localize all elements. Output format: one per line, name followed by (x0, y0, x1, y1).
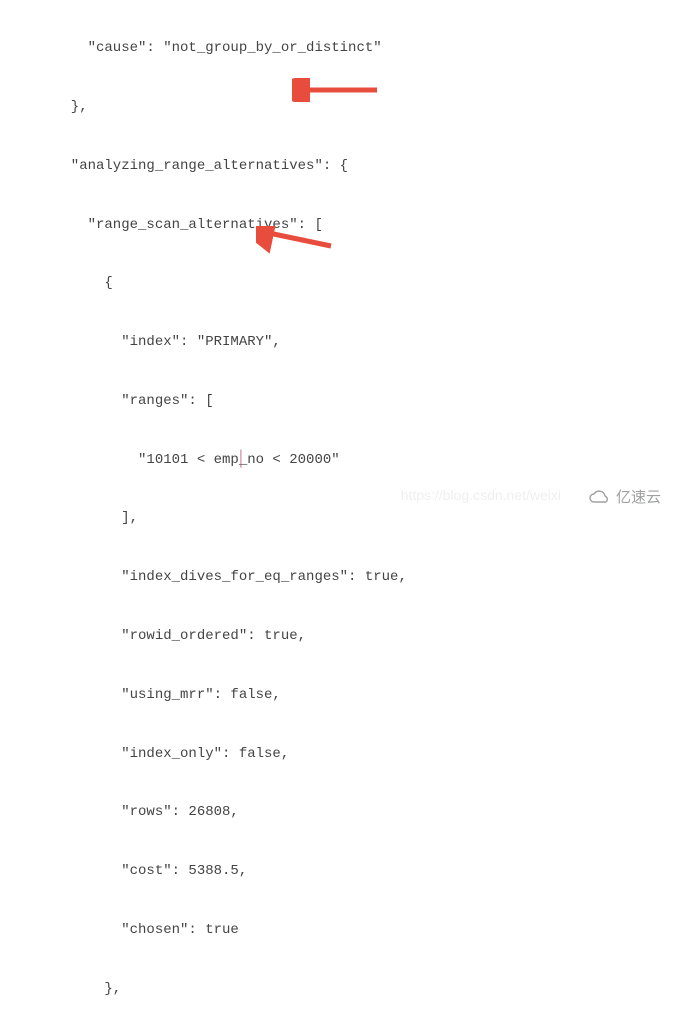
code-line: "analyzing_range_alternatives": { (54, 157, 676, 177)
code-line: "index_only": false, (54, 745, 676, 765)
code-line: "cost": 5388.5, (54, 862, 676, 882)
code-line: }, (54, 980, 676, 1000)
code-line: "chosen": true (54, 921, 676, 941)
code-line: "index_dives_for_eq_ranges": true, (54, 568, 676, 588)
code-line: "rows": 26808, (54, 803, 676, 823)
code-line: "cause": "not_group_by_or_distinct" (54, 39, 676, 59)
code-line: "ranges": [ (54, 392, 676, 412)
code-line: { (54, 274, 676, 294)
code-line: }, (54, 98, 676, 118)
code-line: "rowid_ordered": true, (54, 627, 676, 647)
code-line: ], (54, 509, 676, 529)
json-snippet: "cause": "not_group_by_or_distinct" }, "… (0, 0, 676, 1032)
code-line: "using_mrr": false, (54, 686, 676, 706)
code-line: "10101 < emp_no < 20000" (54, 451, 676, 471)
text-cursor: │ (236, 448, 246, 470)
code-line: "index": "PRIMARY", (54, 333, 676, 353)
code-line: "range_scan_alternatives": [ (54, 216, 676, 236)
